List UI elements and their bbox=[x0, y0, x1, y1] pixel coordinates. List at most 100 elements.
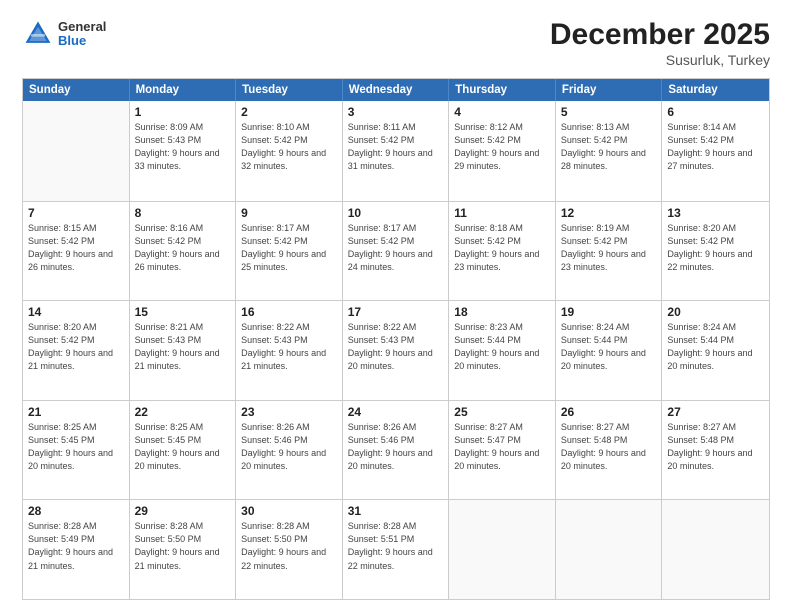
day-info: Sunrise: 8:28 AM Sunset: 5:49 PM Dayligh… bbox=[28, 520, 124, 572]
day-number: 21 bbox=[28, 405, 124, 419]
day-number: 23 bbox=[241, 405, 337, 419]
header-day-saturday: Saturday bbox=[662, 79, 769, 101]
day-info: Sunrise: 8:20 AM Sunset: 5:42 PM Dayligh… bbox=[28, 321, 124, 373]
day-info: Sunrise: 8:18 AM Sunset: 5:42 PM Dayligh… bbox=[454, 222, 550, 274]
day-number: 10 bbox=[348, 206, 444, 220]
calendar-cell: 21 Sunrise: 8:25 AM Sunset: 5:45 PM Dayli… bbox=[23, 401, 130, 500]
calendar-cell: 24 Sunrise: 8:26 AM Sunset: 5:46 PM Dayli… bbox=[343, 401, 450, 500]
header-day-wednesday: Wednesday bbox=[343, 79, 450, 101]
day-number: 6 bbox=[667, 105, 764, 119]
day-info: Sunrise: 8:23 AM Sunset: 5:44 PM Dayligh… bbox=[454, 321, 550, 373]
header-day-sunday: Sunday bbox=[23, 79, 130, 101]
calendar-cell: 11 Sunrise: 8:18 AM Sunset: 5:42 PM Dayli… bbox=[449, 202, 556, 301]
header-day-monday: Monday bbox=[130, 79, 237, 101]
calendar-body: 1 Sunrise: 8:09 AM Sunset: 5:43 PM Daylig… bbox=[23, 101, 769, 599]
day-number: 13 bbox=[667, 206, 764, 220]
day-info: Sunrise: 8:22 AM Sunset: 5:43 PM Dayligh… bbox=[348, 321, 444, 373]
day-number: 31 bbox=[348, 504, 444, 518]
day-number: 8 bbox=[135, 206, 231, 220]
day-info: Sunrise: 8:20 AM Sunset: 5:42 PM Dayligh… bbox=[667, 222, 764, 274]
calendar-cell bbox=[449, 500, 556, 599]
day-number: 7 bbox=[28, 206, 124, 220]
header-day-thursday: Thursday bbox=[449, 79, 556, 101]
calendar-cell: 13 Sunrise: 8:20 AM Sunset: 5:42 PM Dayli… bbox=[662, 202, 769, 301]
day-info: Sunrise: 8:27 AM Sunset: 5:47 PM Dayligh… bbox=[454, 421, 550, 473]
day-number: 12 bbox=[561, 206, 657, 220]
day-info: Sunrise: 8:28 AM Sunset: 5:50 PM Dayligh… bbox=[241, 520, 337, 572]
title-location: Susurluk, Turkey bbox=[550, 52, 770, 68]
calendar-cell: 20Sunrise: 8:24 AM Sunset: 5:44 PM Dayli… bbox=[662, 301, 769, 400]
day-number: 17 bbox=[348, 305, 444, 319]
calendar-cell: 29Sunrise: 8:28 AM Sunset: 5:50 PM Dayli… bbox=[130, 500, 237, 599]
title-month: December 2025 bbox=[550, 18, 770, 52]
calendar-cell bbox=[23, 101, 130, 201]
day-number: 30 bbox=[241, 504, 337, 518]
day-number: 27 bbox=[667, 405, 764, 419]
day-info: Sunrise: 8:27 AM Sunset: 5:48 PM Dayligh… bbox=[561, 421, 657, 473]
header-day-friday: Friday bbox=[556, 79, 663, 101]
calendar-cell: 27 Sunrise: 8:27 AM Sunset: 5:48 PM Dayli… bbox=[662, 401, 769, 500]
day-info: Sunrise: 8:27 AM Sunset: 5:48 PM Dayligh… bbox=[667, 421, 764, 473]
day-info: Sunrise: 8:10 AM Sunset: 5:42 PM Dayligh… bbox=[241, 121, 337, 173]
calendar-cell: 17 Sunrise: 8:22 AM Sunset: 5:43 PM Dayli… bbox=[343, 301, 450, 400]
calendar-cell: 10 Sunrise: 8:17 AM Sunset: 5:42 PM Dayli… bbox=[343, 202, 450, 301]
day-number: 4 bbox=[454, 105, 550, 119]
calendar-row-4: 28 Sunrise: 8:28 AM Sunset: 5:49 PM Dayli… bbox=[23, 499, 769, 599]
calendar-cell: 8 Sunrise: 8:16 AM Sunset: 5:42 PM Daylig… bbox=[130, 202, 237, 301]
day-info: Sunrise: 8:25 AM Sunset: 5:45 PM Dayligh… bbox=[28, 421, 124, 473]
calendar-cell: 28 Sunrise: 8:28 AM Sunset: 5:49 PM Dayli… bbox=[23, 500, 130, 599]
calendar-cell: 3 Sunrise: 8:11 AM Sunset: 5:42 PM Daylig… bbox=[343, 101, 450, 201]
day-number: 24 bbox=[348, 405, 444, 419]
calendar-cell: 23Sunrise: 8:26 AM Sunset: 5:46 PM Dayli… bbox=[236, 401, 343, 500]
calendar: SundayMondayTuesdayWednesdayThursdayFrid… bbox=[22, 78, 770, 600]
calendar-cell: 12Sunrise: 8:19 AM Sunset: 5:42 PM Dayli… bbox=[556, 202, 663, 301]
day-info: Sunrise: 8:25 AM Sunset: 5:45 PM Dayligh… bbox=[135, 421, 231, 473]
day-info: Sunrise: 8:11 AM Sunset: 5:42 PM Dayligh… bbox=[348, 121, 444, 173]
calendar-row-2: 14 Sunrise: 8:20 AM Sunset: 5:42 PM Dayli… bbox=[23, 300, 769, 400]
day-number: 19 bbox=[561, 305, 657, 319]
logo-text: General Blue bbox=[58, 20, 106, 49]
day-number: 18 bbox=[454, 305, 550, 319]
day-number: 5 bbox=[561, 105, 657, 119]
day-info: Sunrise: 8:21 AM Sunset: 5:43 PM Dayligh… bbox=[135, 321, 231, 373]
calendar-cell: 1 Sunrise: 8:09 AM Sunset: 5:43 PM Daylig… bbox=[130, 101, 237, 201]
logo: General Blue bbox=[22, 18, 106, 50]
day-number: 2 bbox=[241, 105, 337, 119]
calendar-cell: 2 Sunrise: 8:10 AM Sunset: 5:42 PM Daylig… bbox=[236, 101, 343, 201]
day-info: Sunrise: 8:24 AM Sunset: 5:44 PM Dayligh… bbox=[667, 321, 764, 373]
day-info: Sunrise: 8:09 AM Sunset: 5:43 PM Dayligh… bbox=[135, 121, 231, 173]
day-info: Sunrise: 8:12 AM Sunset: 5:42 PM Dayligh… bbox=[454, 121, 550, 173]
day-info: Sunrise: 8:16 AM Sunset: 5:42 PM Dayligh… bbox=[135, 222, 231, 274]
logo-general-label: General bbox=[58, 20, 106, 34]
calendar-cell: 25 Sunrise: 8:27 AM Sunset: 5:47 PM Dayli… bbox=[449, 401, 556, 500]
day-info: Sunrise: 8:26 AM Sunset: 5:46 PM Dayligh… bbox=[348, 421, 444, 473]
day-number: 29 bbox=[135, 504, 231, 518]
header: General Blue December 2025 Susurluk, Tur… bbox=[22, 18, 770, 68]
day-number: 3 bbox=[348, 105, 444, 119]
day-number: 28 bbox=[28, 504, 124, 518]
calendar-cell bbox=[662, 500, 769, 599]
calendar-cell: 19Sunrise: 8:24 AM Sunset: 5:44 PM Dayli… bbox=[556, 301, 663, 400]
day-info: Sunrise: 8:17 AM Sunset: 5:42 PM Dayligh… bbox=[348, 222, 444, 274]
day-info: Sunrise: 8:17 AM Sunset: 5:42 PM Dayligh… bbox=[241, 222, 337, 274]
day-info: Sunrise: 8:22 AM Sunset: 5:43 PM Dayligh… bbox=[241, 321, 337, 373]
logo-blue-label: Blue bbox=[58, 34, 106, 48]
calendar-cell: 16 Sunrise: 8:22 AM Sunset: 5:43 PM Dayli… bbox=[236, 301, 343, 400]
calendar-cell: 4 Sunrise: 8:12 AM Sunset: 5:42 PM Daylig… bbox=[449, 101, 556, 201]
day-number: 16 bbox=[241, 305, 337, 319]
calendar-cell: 18 Sunrise: 8:23 AM Sunset: 5:44 PM Dayli… bbox=[449, 301, 556, 400]
day-info: Sunrise: 8:14 AM Sunset: 5:42 PM Dayligh… bbox=[667, 121, 764, 173]
day-number: 11 bbox=[454, 206, 550, 220]
header-day-tuesday: Tuesday bbox=[236, 79, 343, 101]
day-number: 1 bbox=[135, 105, 231, 119]
calendar-cell: 9Sunrise: 8:17 AM Sunset: 5:42 PM Daylig… bbox=[236, 202, 343, 301]
day-number: 25 bbox=[454, 405, 550, 419]
title-block: December 2025 Susurluk, Turkey bbox=[550, 18, 770, 68]
day-number: 14 bbox=[28, 305, 124, 319]
calendar-row-0: 1 Sunrise: 8:09 AM Sunset: 5:43 PM Daylig… bbox=[23, 101, 769, 201]
calendar-cell: 22Sunrise: 8:25 AM Sunset: 5:45 PM Dayli… bbox=[130, 401, 237, 500]
calendar-row-3: 21 Sunrise: 8:25 AM Sunset: 5:45 PM Dayli… bbox=[23, 400, 769, 500]
day-info: Sunrise: 8:13 AM Sunset: 5:42 PM Dayligh… bbox=[561, 121, 657, 173]
calendar-cell: 6 Sunrise: 8:14 AM Sunset: 5:42 PM Daylig… bbox=[662, 101, 769, 201]
calendar-header: SundayMondayTuesdayWednesdayThursdayFrid… bbox=[23, 79, 769, 101]
